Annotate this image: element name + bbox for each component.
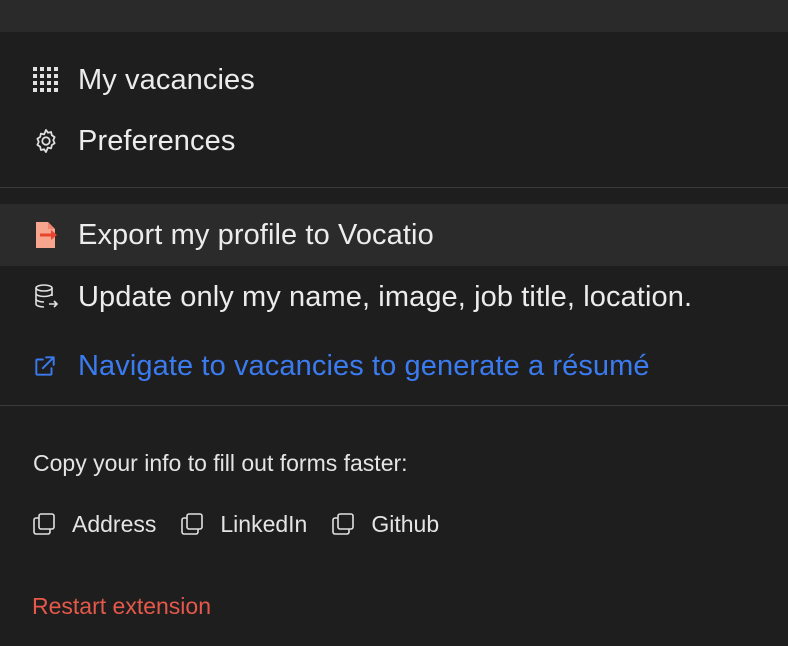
menu-item-label: Preferences: [78, 124, 236, 157]
copy-icon: [180, 512, 204, 536]
divider: [0, 405, 788, 406]
navigate-label: Navigate to vacancies to generate a résu…: [78, 349, 650, 382]
top-bar: [0, 0, 788, 32]
copy-buttons-row: Address LinkedIn Github: [32, 506, 463, 542]
copy-section-heading: Copy your info to fill out forms faster:: [33, 450, 408, 476]
update-label: Update only my name, image, job title, l…: [78, 280, 693, 313]
copy-icon: [331, 512, 355, 536]
copy-linkedin-button[interactable]: LinkedIn: [180, 511, 307, 538]
database-sync-icon: [32, 282, 62, 312]
menu-item-preferences[interactable]: Preferences: [0, 117, 788, 165]
menu-item-label: My vacancies: [78, 63, 255, 96]
navigate-vacancies-link[interactable]: Navigate to vacancies to generate a résu…: [0, 342, 788, 390]
copy-address-button[interactable]: Address: [32, 511, 156, 538]
export-label: Export my profile to Vocatio: [78, 218, 434, 251]
export-profile-button[interactable]: Export my profile to Vocatio: [0, 204, 788, 266]
copy-icon: [32, 512, 56, 536]
divider: [0, 187, 788, 188]
gear-icon: [32, 126, 62, 156]
grid-icon: [32, 65, 62, 95]
copy-label: LinkedIn: [220, 510, 308, 537]
restart-extension-link[interactable]: Restart extension: [32, 593, 211, 620]
menu-item-my-vacancies[interactable]: My vacancies: [0, 56, 788, 104]
external-link-icon: [32, 351, 62, 381]
copy-github-button[interactable]: Github: [331, 511, 439, 538]
copy-label: Github: [371, 510, 440, 537]
export-document-icon: [32, 220, 62, 250]
copy-label: Address: [72, 510, 157, 537]
update-profile-button[interactable]: Update only my name, image, job title, l…: [0, 273, 788, 321]
